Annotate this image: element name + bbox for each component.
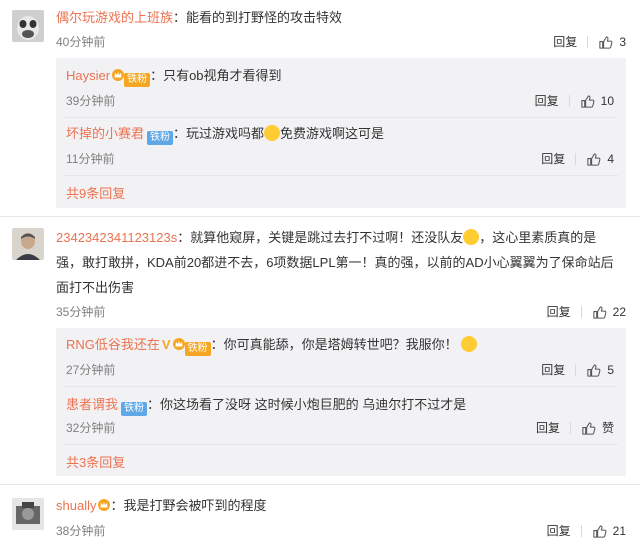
fan-badge: 铁粉	[147, 131, 174, 145]
username-link[interactable]: Haysier	[66, 68, 110, 83]
divider	[64, 175, 618, 176]
thumb-up-icon[interactable]	[586, 363, 601, 378]
like-count[interactable]: 10	[601, 93, 614, 109]
avatar[interactable]	[12, 228, 44, 260]
reply-button[interactable]: 回复	[553, 34, 577, 50]
reply-text: Haysier 铁粉 ：只有ob视角才看得到	[66, 67, 282, 87]
thumb-up-icon[interactable]	[592, 305, 607, 320]
reply-body: ：只有ob视角才看得到	[150, 68, 282, 83]
reply-button[interactable]: 回复	[547, 304, 571, 320]
username-link[interactable]: 2342342341123123s	[56, 230, 177, 245]
comment-text: 偶尔玩游戏的上班族：能看的到打野怪的攻击特效	[56, 9, 342, 27]
fan-badge: 铁粉	[124, 73, 151, 87]
divider	[0, 484, 640, 485]
username-link[interactable]: RNG低谷我还在	[66, 337, 160, 352]
comment-text: shually ：我是打野会被吓到的程度	[56, 497, 266, 515]
comment-text-line-1: 2342342341123123s：就算他窥屏，关键是跳过去打不过啊！还没队友 ，…	[56, 229, 596, 247]
avatar[interactable]	[12, 10, 44, 42]
reply-button[interactable]: 回复	[535, 93, 559, 109]
username-link[interactable]: 偶尔玩游戏的上班族	[56, 10, 173, 25]
comment-actions: 回复 3	[553, 34, 626, 50]
divider	[64, 444, 618, 445]
reply-text: RNG低谷我还在 V 铁粉 ：你可真能舔，你是塔姆转世吧？我服你！	[66, 336, 477, 356]
reply-button[interactable]: 回复	[547, 523, 571, 539]
reply-time: 39分钟前	[66, 94, 116, 108]
divider	[580, 306, 582, 318]
like-label[interactable]: 赞	[602, 420, 614, 436]
reply-time: 27分钟前	[66, 363, 116, 377]
more-replies-link[interactable]: 共3条回复	[66, 454, 125, 472]
thinking-emoji-icon	[264, 125, 281, 141]
reply-text: 患者谓我 铁粉 ：你这场看了没呀 这时候小炮巨肥的 乌迪尔打不过才是	[66, 396, 466, 416]
heart-eyes-emoji-icon	[460, 336, 477, 352]
divider	[575, 364, 577, 376]
crown-icon	[112, 69, 124, 81]
like-count[interactable]: 22	[613, 304, 626, 320]
divider	[569, 422, 571, 434]
comment-text-line-3: 面打不出伤害	[56, 280, 135, 295]
reply-body: ：玩过游戏吗都	[173, 126, 265, 141]
reply-actions: 回复 赞	[536, 420, 614, 436]
thumb-up-icon[interactable]	[592, 524, 607, 539]
reply-body: ：你可真能舔，你是塔姆转世吧？我服你！	[210, 337, 458, 352]
username-link[interactable]: shually	[56, 498, 96, 513]
comment-actions: 回复 21	[547, 523, 626, 539]
reply-text: 坏掉的小赛君 铁粉 ：玩过游戏吗都 免费游戏啊这可是	[66, 125, 384, 145]
comment-body: ：就算他窥屏，关键是跳过去打不过啊！还没队友	[177, 230, 464, 245]
reply-body: ：你这场看了没呀 这时候小炮巨肥的 乌迪尔打不过才是	[147, 397, 467, 412]
fan-badge: 铁粉	[121, 402, 148, 416]
comment-body: ：我是打野会被吓到的程度	[110, 498, 267, 513]
reply-button[interactable]: 回复	[541, 151, 565, 167]
more-replies-link[interactable]: 共9条回复	[66, 185, 125, 203]
fan-badge: 铁粉	[184, 342, 211, 356]
thumb-up-icon[interactable]	[580, 94, 595, 109]
reply-actions: 回复 4	[541, 151, 614, 167]
comment-time: 35分钟前	[56, 305, 106, 319]
comment-actions: 回复 22	[547, 304, 626, 320]
divider	[587, 36, 589, 48]
reply-body-cont: 免费游戏啊这可是	[280, 126, 385, 141]
thumb-up-icon[interactable]	[598, 35, 613, 50]
divider	[64, 117, 618, 118]
reply-time: 11分钟前	[66, 152, 115, 166]
username-link[interactable]: 坏掉的小赛君	[66, 126, 144, 141]
verified-v-icon: V	[161, 337, 171, 352]
divider	[568, 95, 570, 107]
comment-time: 38分钟前	[56, 524, 106, 538]
divider	[575, 153, 577, 165]
divider	[0, 216, 640, 217]
like-count[interactable]: 5	[607, 362, 614, 378]
like-count[interactable]: 3	[619, 34, 626, 50]
reply-actions: 回复 10	[535, 93, 614, 109]
crying-laughing-emoji-icon	[463, 229, 480, 245]
reply-time: 32分钟前	[66, 421, 116, 435]
avatar[interactable]	[12, 498, 44, 530]
thumb-up-icon[interactable]	[581, 421, 596, 436]
thumb-up-icon[interactable]	[586, 152, 601, 167]
like-count[interactable]: 4	[607, 151, 614, 167]
crown-icon	[173, 338, 185, 350]
reply-actions: 回复 5	[541, 362, 614, 378]
reply-button[interactable]: 回复	[536, 420, 560, 436]
divider	[580, 525, 582, 537]
like-count[interactable]: 21	[613, 523, 626, 539]
comment-body-cont: ，这心里素质真的是	[479, 230, 597, 245]
comment-body: ：能看的到打野怪的攻击特效	[173, 10, 343, 25]
comment-text-line-2: 强，敢打敢拼，KDA前20都进不去，6项数据LPL第一！真的强，以前的AD小心翼…	[56, 255, 614, 270]
comment-time: 40分钟前	[56, 35, 106, 49]
reply-button[interactable]: 回复	[541, 362, 565, 378]
divider	[64, 386, 618, 387]
crown-icon	[98, 499, 110, 511]
username-link[interactable]: 患者谓我	[66, 397, 118, 412]
